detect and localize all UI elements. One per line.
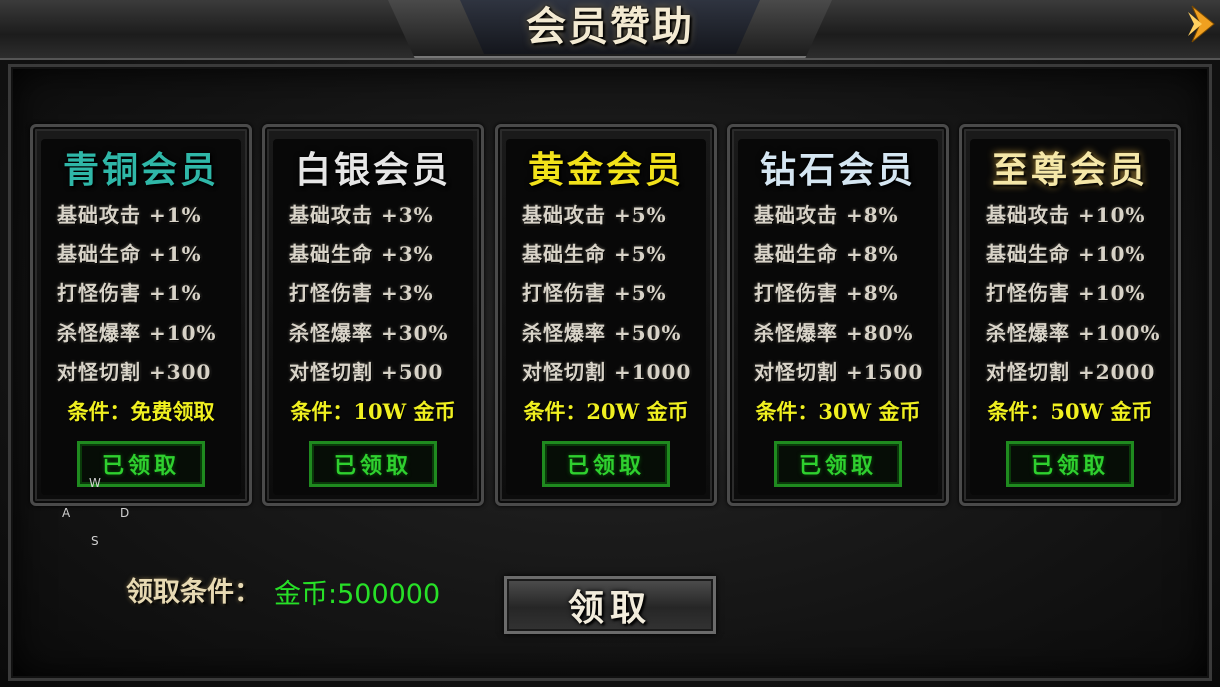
tier-stat: 基础攻击 +10% (986, 203, 1146, 227)
tier-stat: 杀怪爆率 +50% (522, 321, 682, 345)
tier-name: 白银会员 (294, 149, 451, 191)
tier-stat: 基础攻击 +3% (289, 203, 434, 227)
claim-button[interactable]: 领取 (504, 576, 716, 634)
tier-card-bronze: 青铜会员 基础攻击 +1% 基础生命 +1% 打怪伤害 +1% 杀怪爆率 +10… (30, 124, 252, 506)
tier-card-silver: 白银会员 基础攻击 +3% 基础生命 +3% 打怪伤害 +3% 杀怪爆率 +30… (262, 124, 484, 506)
tier-stat: 杀怪爆率 +10% (57, 321, 217, 345)
tier-card-gold: 黄金会员 基础攻击 +5% 基础生命 +5% 打怪伤害 +5% 杀怪爆率 +50… (495, 124, 717, 506)
tier-stat: 基础生命 +10% (986, 242, 1146, 266)
tier-condition: 条件：20W 金币 (523, 399, 689, 424)
tier-name: 青铜会员 (62, 149, 219, 191)
key-w[interactable]: W (89, 476, 101, 490)
tier-stat: 基础攻击 +8% (754, 203, 899, 227)
claimed-button[interactable]: 已领取 (542, 441, 670, 487)
next-button[interactable] (1186, 0, 1220, 48)
tier-stat: 打怪伤害 +1% (57, 281, 202, 305)
tier-stat: 基础生命 +1% (57, 242, 202, 266)
tier-stat: 基础攻击 +5% (522, 203, 667, 227)
tier-name: 钻石会员 (759, 149, 916, 191)
tier-stat: 对怪切割 +1000 (522, 360, 692, 384)
tier-stat: 基础生命 +5% (522, 242, 667, 266)
tier-stat: 打怪伤害 +10% (986, 281, 1146, 305)
tier-name: 至尊会员 (991, 149, 1148, 191)
tier-condition: 条件：50W 金币 (987, 399, 1153, 424)
tier-condition: 条件：30W 金币 (755, 399, 921, 424)
tier-condition: 条件：10W 金币 (290, 399, 456, 424)
claimed-button[interactable]: 已领取 (1006, 441, 1134, 487)
tier-stat: 对怪切割 +1500 (754, 360, 924, 384)
game-window: 会员赞助 青铜会员 基础攻击 +1% 基础生命 +1% 打怪伤害 +1% 杀怪爆… (0, 0, 1220, 687)
tier-stat: 打怪伤害 +3% (289, 281, 434, 305)
tier-stat: 杀怪爆率 +30% (289, 321, 449, 345)
tier-stat: 杀怪爆率 +100% (986, 321, 1161, 345)
tier-stat: 打怪伤害 +8% (754, 281, 899, 305)
tier-card-diamond: 钻石会员 基础攻击 +8% 基础生命 +8% 打怪伤害 +8% 杀怪爆率 +80… (727, 124, 949, 506)
requirement-value: 金币:500000 (274, 579, 441, 610)
key-a[interactable]: A (62, 506, 70, 520)
tier-condition: 条件：免费领取 (67, 399, 215, 424)
wasd-control[interactable]: W A D S (58, 470, 134, 552)
claimed-button[interactable]: 已领取 (309, 441, 437, 487)
key-d[interactable]: D (120, 506, 129, 520)
tier-stat: 打怪伤害 +5% (522, 281, 667, 305)
key-s[interactable]: S (91, 534, 99, 548)
claimed-button[interactable]: 已领取 (774, 441, 902, 487)
tier-stat: 基础攻击 +1% (57, 203, 202, 227)
tier-name: 黄金会员 (527, 149, 684, 191)
chevron-right-icon (1188, 5, 1215, 43)
tier-stat: 杀怪爆率 +80% (754, 321, 914, 345)
requirement-label: 领取条件： (126, 577, 261, 608)
page-title: 会员赞助 (526, 3, 694, 50)
tier-stat: 基础生命 +3% (289, 242, 434, 266)
tier-stat: 基础生命 +8% (754, 242, 899, 266)
tier-stat: 对怪切割 +2000 (986, 360, 1156, 384)
tier-card-supreme: 至尊会员 基础攻击 +10% 基础生命 +10% 打怪伤害 +10% 杀怪爆率 … (959, 124, 1181, 506)
tier-stat: 对怪切割 +300 (57, 360, 212, 384)
tier-stat: 对怪切割 +500 (289, 360, 444, 384)
